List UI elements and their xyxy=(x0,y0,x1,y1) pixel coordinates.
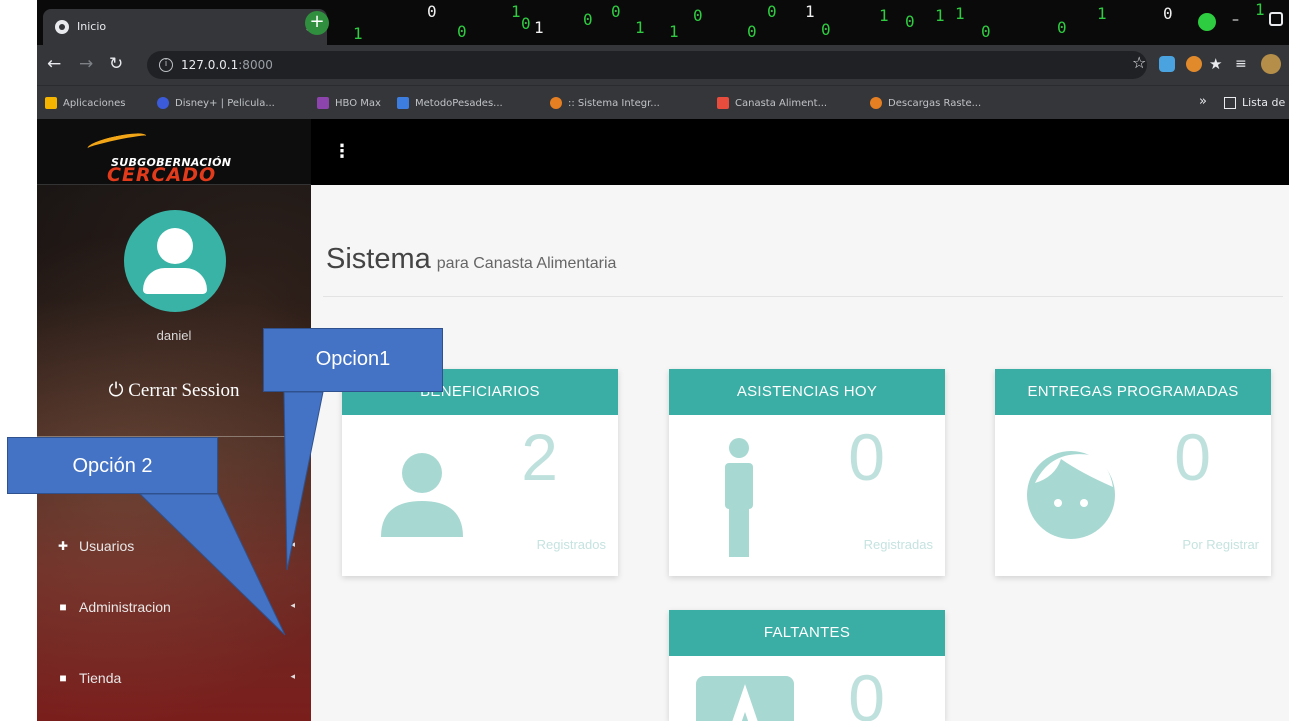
callout-opcion1: Opcion1 xyxy=(263,328,443,392)
annotation-arrows xyxy=(138,391,324,636)
callout-opcion2: Opción 2 xyxy=(7,437,218,494)
